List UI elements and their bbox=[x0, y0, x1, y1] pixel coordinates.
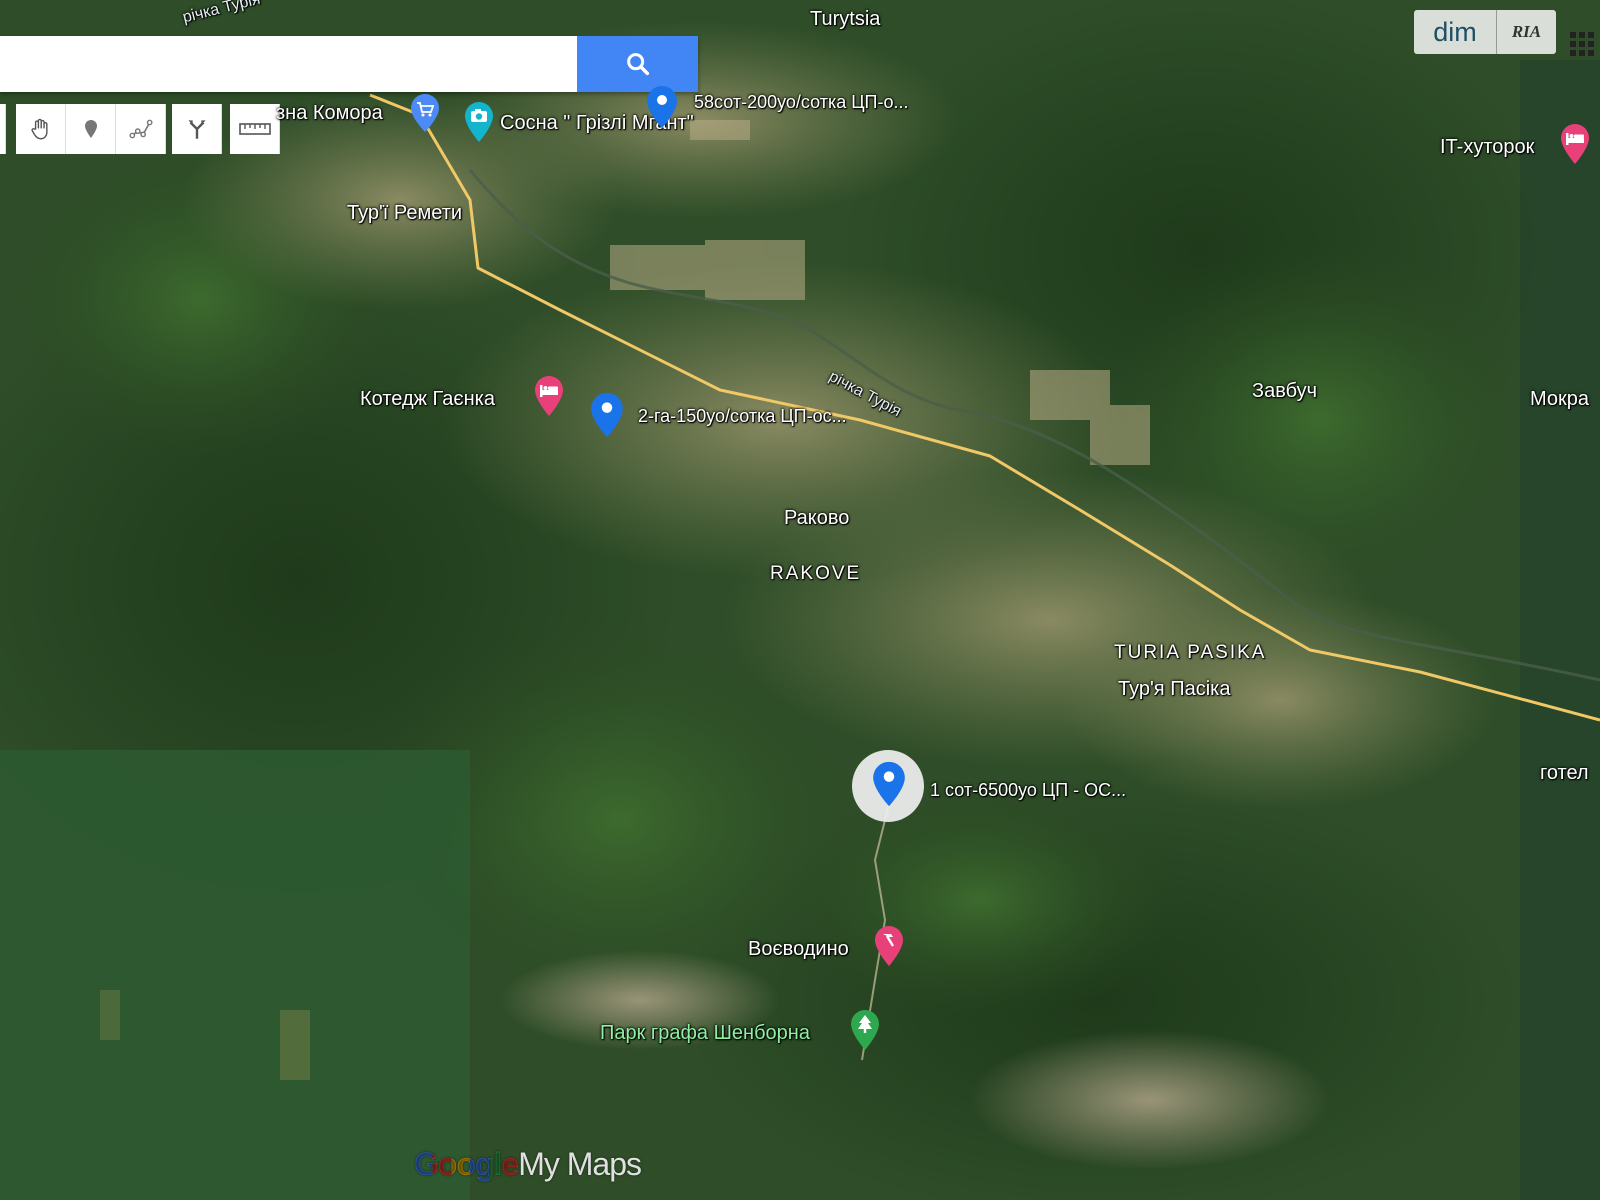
measure-button[interactable] bbox=[230, 104, 280, 154]
hand-tool-button[interactable] bbox=[16, 104, 66, 154]
apps-grid-icon[interactable] bbox=[1568, 30, 1598, 60]
mymaps-wordmark: My Maps bbox=[518, 1146, 642, 1182]
poi-hotel-label: готел bbox=[1540, 762, 1589, 784]
listing-marker-1-label: 58сот-200уо/сотка ЦП-о... bbox=[694, 92, 909, 112]
place-rakove: RAKOVE bbox=[770, 563, 862, 584]
dim-logo-text: dim bbox=[1414, 10, 1497, 54]
search-bar bbox=[0, 36, 698, 92]
listing-marker-1[interactable] bbox=[644, 84, 680, 130]
place-turia-pasika-ua: Тур'я Пасіка bbox=[1118, 678, 1231, 700]
voievodyno-pin[interactable] bbox=[872, 924, 906, 968]
toolbar-group-measure bbox=[230, 104, 280, 154]
park-pin[interactable] bbox=[848, 1008, 882, 1052]
place-turia-pasika-en: TURIA PASIKA bbox=[1114, 642, 1267, 663]
listing-marker-2-label: 2-га-150уо/сотка ЦП-ос... bbox=[638, 406, 847, 426]
place-turytsia: Turytsia bbox=[810, 8, 881, 30]
satellite-map[interactable] bbox=[0, 0, 1600, 1200]
poi-park-label: Парк графа Шенборна bbox=[600, 1022, 810, 1044]
poi-it-khutorok-label: IT-хуторок bbox=[1440, 136, 1535, 158]
search-icon bbox=[626, 53, 649, 76]
place-turi-remety: Тур'ї Ремети bbox=[347, 202, 463, 224]
poi-kotedzh-label: Котедж Гаєнка bbox=[360, 388, 495, 410]
toolbar-group-main bbox=[16, 104, 166, 154]
draw-line-icon bbox=[128, 119, 153, 139]
it-khutorok-pin[interactable] bbox=[1558, 122, 1592, 166]
kotedzh-pin[interactable] bbox=[532, 374, 566, 418]
toolbar-edge bbox=[0, 104, 6, 154]
directions-button[interactable] bbox=[172, 104, 222, 154]
place-voievodyno: Воєводино bbox=[748, 938, 849, 960]
place-zavbuch: Завбуч bbox=[1252, 380, 1318, 402]
place-mokra: Мокра bbox=[1530, 388, 1590, 410]
listing-marker-2[interactable] bbox=[588, 390, 626, 440]
directions-icon bbox=[187, 120, 206, 139]
marker-icon bbox=[84, 120, 97, 138]
add-marker-button[interactable] bbox=[66, 104, 116, 154]
listing-marker-3-label: 1 сот-6500уо ЦП - ОС... bbox=[930, 780, 1127, 800]
listing-marker-3[interactable] bbox=[870, 758, 908, 810]
hand-icon bbox=[31, 118, 48, 140]
google-wordmark: Google bbox=[414, 1146, 519, 1182]
poi-komora-label: зна Комора bbox=[276, 102, 383, 124]
draw-line-button[interactable] bbox=[116, 104, 166, 154]
ria-logo-text: RIA bbox=[1511, 22, 1542, 41]
photo-spot-pin[interactable] bbox=[462, 100, 496, 144]
google-my-maps-logo: GoogleMy Maps bbox=[414, 1146, 642, 1183]
ruler-icon bbox=[238, 123, 271, 135]
shopping-pin[interactable] bbox=[408, 92, 442, 134]
dim-ria-logo[interactable]: dim RIA bbox=[1414, 10, 1556, 54]
toolbar-group-directions bbox=[172, 104, 222, 154]
place-rakovo: Раково bbox=[784, 507, 850, 529]
map-toolbar bbox=[0, 104, 6, 154]
search-input[interactable] bbox=[0, 36, 577, 92]
